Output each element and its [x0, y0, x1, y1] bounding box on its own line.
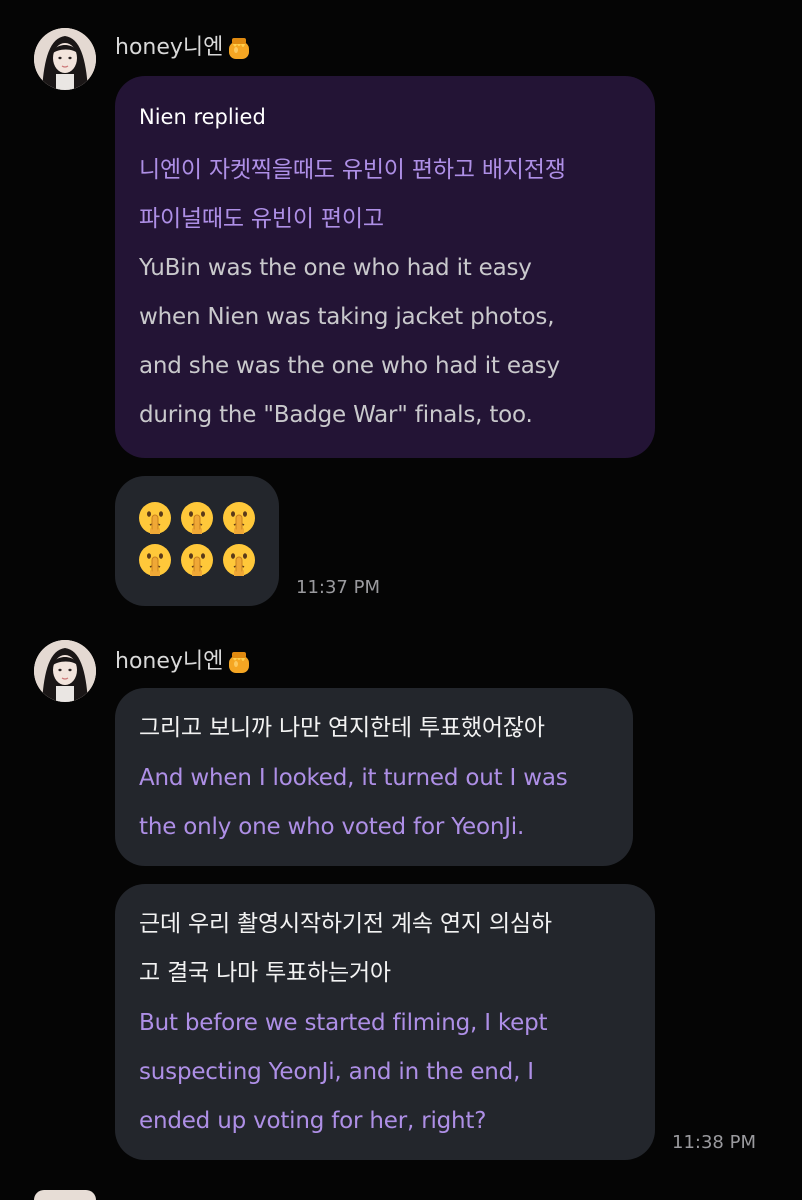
- message-korean-line: 근데 우리 촬영시작하기전 계속 연지 의심하: [139, 911, 552, 937]
- message-english-line: And when I looked, it turned out I was: [139, 765, 568, 791]
- shushing-face-icon: [139, 502, 171, 534]
- reply-bubble[interactable]: Nien replied 니엔이 자켓찍을때도 유빈이 편하고 배지전쟁 파이널…: [115, 76, 655, 458]
- sender-name-text: honey니엔: [115, 649, 224, 674]
- shushing-face-icon: [181, 502, 213, 534]
- sender-avatar[interactable]: [34, 1190, 96, 1200]
- reply-korean-line: 파이널때도 유빈이 편이고: [139, 206, 384, 232]
- message-korean-line: 그리고 보니까 나만 연지한테 투표했어잖아: [139, 715, 545, 741]
- sender-name: honey니엔: [115, 647, 253, 677]
- shushing-face-icon: [139, 544, 171, 576]
- message-bubble[interactable]: 그리고 보니까 나만 연지한테 투표했어잖아 And when I looked…: [115, 688, 633, 866]
- message-timestamp: 11:38 PM: [672, 1132, 756, 1153]
- reply-english-line: and she was the one who had it easy: [139, 353, 560, 379]
- message-english-line: But before we started filming, I kept: [139, 1010, 548, 1036]
- message-timestamp: 11:37 PM: [296, 577, 380, 598]
- sender-name-text: honey니엔: [115, 35, 224, 60]
- shushing-face-icon: [223, 544, 255, 576]
- sender-avatar[interactable]: [34, 28, 96, 90]
- honey-pot-icon: [229, 38, 250, 59]
- sender-avatar[interactable]: [34, 640, 96, 702]
- reply-label: Nien replied: [139, 105, 266, 129]
- reply-korean-line: 니엔이 자켓찍을때도 유빈이 편하고 배지전쟁: [139, 157, 566, 183]
- reply-english-line: when Nien was taking jacket photos,: [139, 304, 555, 330]
- message-english-line: the only one who voted for YeonJi.: [139, 814, 525, 840]
- shushing-face-icon: [181, 544, 213, 576]
- message-english-line: ended up voting for her, right?: [139, 1108, 487, 1134]
- message-english-line: suspecting YeonJi, and in the end, I: [139, 1059, 534, 1085]
- message-bubble[interactable]: 근데 우리 촬영시작하기전 계속 연지 의심하 고 결국 나마 투표하는거아 B…: [115, 884, 655, 1160]
- emoji-grid: [137, 500, 257, 578]
- reply-english-line: during the "Badge War" finals, too.: [139, 402, 533, 428]
- message-korean-line: 고 결국 나마 투표하는거아: [139, 960, 391, 986]
- reply-english-line: YuBin was the one who had it easy: [139, 255, 532, 281]
- emoji-bubble[interactable]: [115, 476, 279, 606]
- sender-name: honey니엔: [115, 33, 253, 63]
- shushing-face-icon: [223, 502, 255, 534]
- honey-pot-icon: [229, 652, 250, 673]
